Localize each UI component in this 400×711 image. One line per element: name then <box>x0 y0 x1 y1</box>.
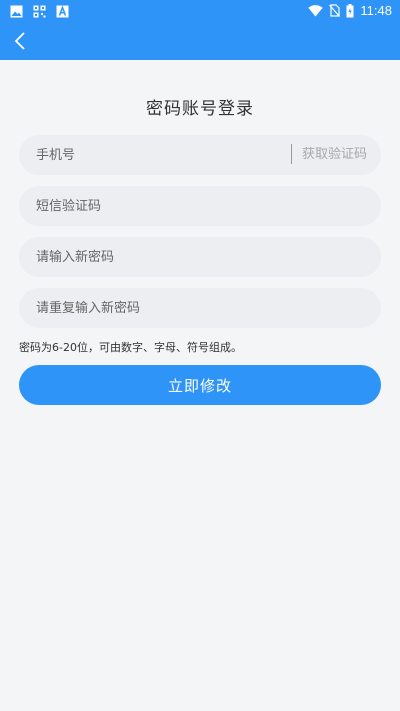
submit-button[interactable]: 立即修改 <box>19 365 381 405</box>
reset-password-screen: 11:48 密码账号登录 获取验证码 密码为6-20位，可由数字、字母、符号组成… <box>0 0 400 711</box>
wifi-icon <box>308 4 324 16</box>
new-password-input[interactable] <box>19 237 381 277</box>
confirm-password-input[interactable] <box>19 288 381 328</box>
battery-icon <box>346 3 354 17</box>
sms-code-field <box>19 186 381 226</box>
no-sim-icon <box>329 4 341 17</box>
phone-input[interactable] <box>19 135 279 175</box>
sms-code-input[interactable] <box>19 186 381 226</box>
confirm-password-field <box>19 288 381 328</box>
phone-field: 获取验证码 <box>19 135 381 175</box>
system-icons: 11:48 <box>308 3 392 18</box>
get-code-button[interactable]: 获取验证码 <box>302 135 367 175</box>
chevron-left-icon <box>14 32 25 50</box>
status-bar: 11:48 <box>0 0 400 24</box>
new-password-field <box>19 237 381 277</box>
qr-icon <box>33 5 46 18</box>
image-icon <box>10 5 23 18</box>
notification-icons <box>10 5 69 18</box>
field-divider <box>291 144 292 164</box>
font-icon <box>56 5 69 18</box>
page-title: 密码账号登录 <box>146 99 254 119</box>
app-header: 11:48 <box>0 0 400 60</box>
password-hint: 密码为6-20位，可由数字、字母、符号组成。 <box>19 341 242 354</box>
back-button[interactable] <box>8 29 32 53</box>
clock: 11:48 <box>360 3 392 18</box>
